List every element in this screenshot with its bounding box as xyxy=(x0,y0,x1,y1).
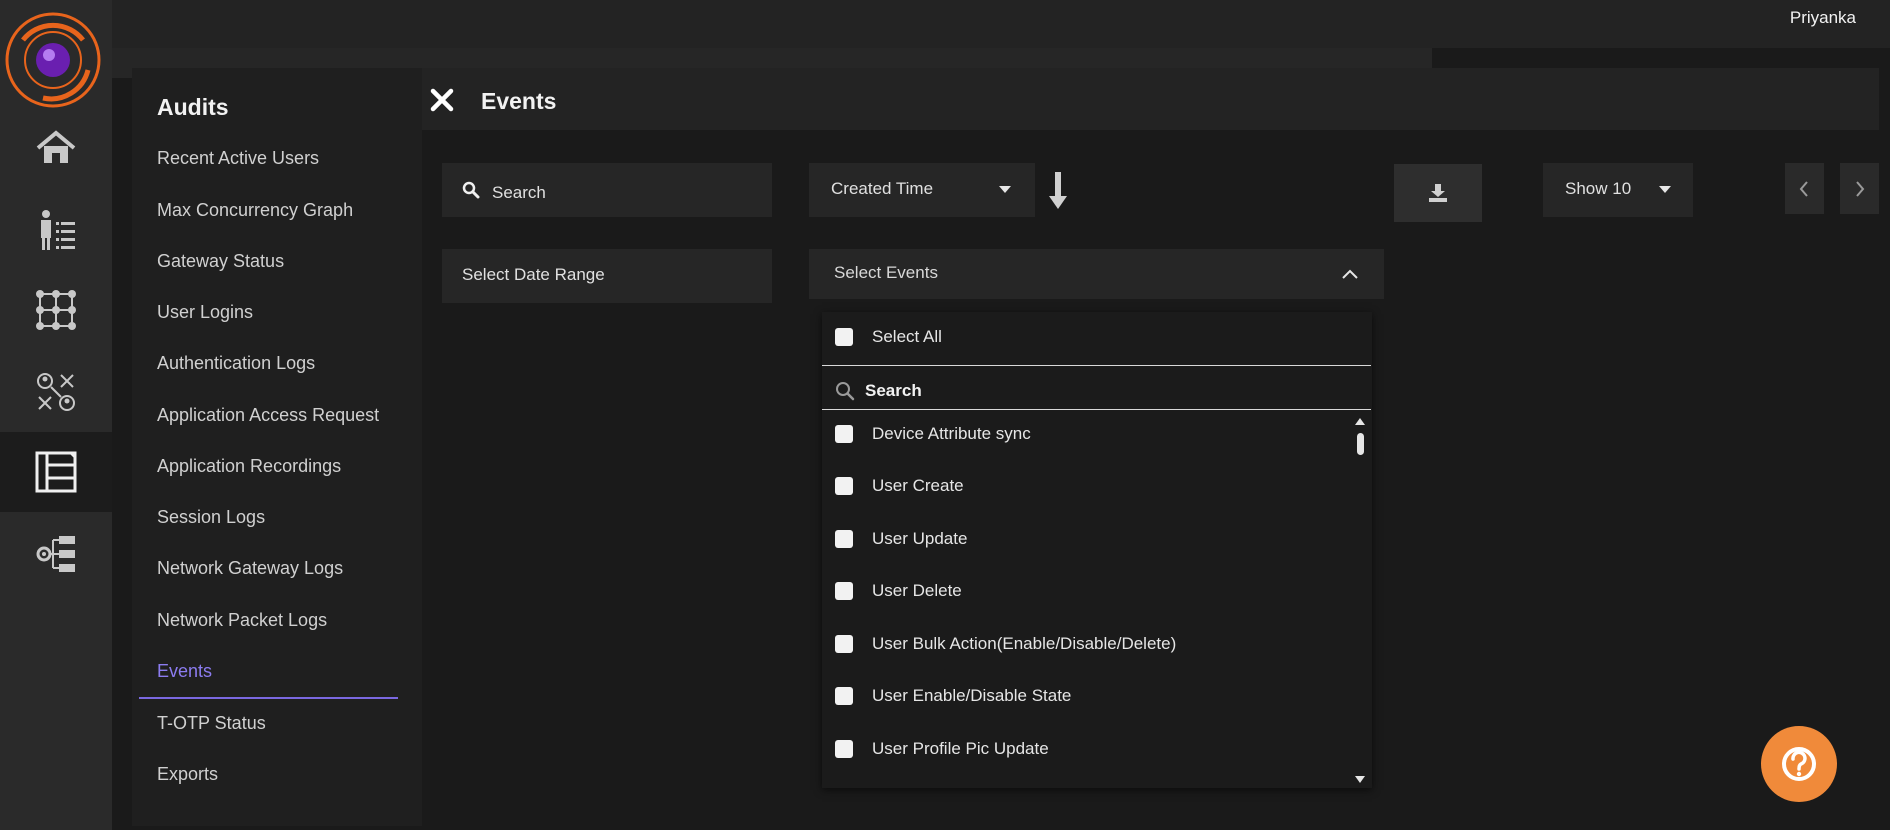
select-all-option[interactable]: Select All xyxy=(835,322,942,352)
checkbox[interactable] xyxy=(835,740,853,758)
events-select[interactable]: Select Events xyxy=(809,249,1384,299)
download-icon xyxy=(1429,184,1447,202)
next-page-button[interactable] xyxy=(1840,163,1879,214)
settings-nav[interactable] xyxy=(0,514,112,594)
menu-item-exports[interactable]: Exports xyxy=(157,764,218,785)
checkbox[interactable] xyxy=(835,582,853,600)
event-option-label: User Delete xyxy=(872,581,962,600)
menu-item-t-otp-status[interactable]: T-OTP Status xyxy=(157,713,266,734)
home-nav[interactable] xyxy=(0,108,112,188)
event-option-label: User Update xyxy=(872,529,968,548)
prev-page-button[interactable] xyxy=(1785,163,1824,214)
app-logo[interactable] xyxy=(3,10,103,110)
chevron-right-icon xyxy=(1856,181,1865,197)
menu-item-user-logins[interactable]: User Logins xyxy=(157,302,253,323)
checkbox[interactable] xyxy=(835,687,853,705)
sort-direction-icon[interactable] xyxy=(1048,172,1068,210)
divider xyxy=(822,365,1371,366)
search-icon xyxy=(462,181,480,199)
chevron-up-icon xyxy=(1342,269,1358,279)
dropdown-scrollbar[interactable] xyxy=(1354,416,1366,786)
event-option-label: User Profile Pic Update xyxy=(872,739,1049,758)
chevron-down-icon xyxy=(1659,186,1671,193)
search-icon xyxy=(836,382,855,401)
event-option[interactable]: User Bulk Action(Enable/Disable/Delete) xyxy=(835,629,1176,659)
event-option-label: User Create xyxy=(872,476,964,495)
audits-panel: Audits Recent Active Users Max Concurren… xyxy=(132,68,422,826)
menu-item-events[interactable]: Events xyxy=(157,661,212,682)
checkbox[interactable] xyxy=(835,635,853,653)
event-option[interactable]: User Create xyxy=(835,471,964,501)
menu-item-network-gateway-logs[interactable]: Network Gateway Logs xyxy=(157,558,343,579)
user-name[interactable]: Priyanka xyxy=(1790,8,1856,28)
chevron-down-icon xyxy=(999,186,1011,193)
sort-by-select[interactable]: Created Time xyxy=(809,163,1035,217)
page-title: Events xyxy=(481,88,557,114)
menu-item-network-packet-logs[interactable]: Network Packet Logs xyxy=(157,610,327,631)
left-rail xyxy=(0,0,112,830)
top-bar: Priyanka xyxy=(112,0,1890,48)
select-all-label: Select All xyxy=(872,327,942,346)
user-connections-icon xyxy=(37,373,75,411)
menu-item-gateway-status[interactable]: Gateway Status xyxy=(157,251,284,272)
menu-item-application-access-request[interactable]: Application Access Request xyxy=(157,405,379,426)
date-range-picker[interactable]: Select Date Range xyxy=(442,249,772,303)
menu-item-session-logs[interactable]: Session Logs xyxy=(157,507,265,528)
dropdown-search-placeholder: Search xyxy=(865,381,922,400)
search-placeholder: Search xyxy=(492,183,546,202)
connections-nav[interactable] xyxy=(0,352,112,432)
menu-item-max-concurrency-graph[interactable]: Max Concurrency Graph xyxy=(157,200,353,221)
close-icon[interactable] xyxy=(430,88,454,112)
checkbox[interactable] xyxy=(835,477,853,495)
question-icon xyxy=(1782,747,1816,781)
audits-nav[interactable] xyxy=(0,432,112,512)
divider xyxy=(822,409,1371,410)
sort-by-label: Created Time xyxy=(831,179,934,198)
audits-title: Audits xyxy=(157,94,229,120)
event-option-label: Device Attribute sync xyxy=(872,424,1031,443)
event-option[interactable]: Device Attribute sync xyxy=(835,419,1031,449)
checkbox[interactable] xyxy=(835,425,853,443)
menu-item-application-recordings[interactable]: Application Recordings xyxy=(157,456,341,477)
chevron-left-icon xyxy=(1799,181,1808,197)
event-option-label: User Bulk Action(Enable/Disable/Delete) xyxy=(872,634,1177,653)
search-input[interactable]: Search xyxy=(442,163,772,217)
help-button[interactable] xyxy=(1761,726,1837,802)
date-range-label: Select Date Range xyxy=(462,265,605,284)
events-select-label: Select Events xyxy=(834,263,938,282)
event-option[interactable]: User Profile Pic Update xyxy=(835,734,1049,764)
page-size-select[interactable]: Show 10 xyxy=(1543,163,1693,217)
events-dropdown: Select All Search Device Attribute sync … xyxy=(822,312,1372,788)
network-nav[interactable] xyxy=(0,270,112,350)
page-header: Events xyxy=(422,68,1879,130)
page-size-label: Show 10 xyxy=(1565,179,1632,198)
checkbox[interactable] xyxy=(835,328,853,346)
checkbox[interactable] xyxy=(835,530,853,548)
active-menu-indicator xyxy=(139,697,398,699)
event-option-label: User Enable/Disable State xyxy=(872,686,1072,705)
dropdown-search-input[interactable]: Search xyxy=(835,376,922,406)
menu-item-authentication-logs[interactable]: Authentication Logs xyxy=(157,353,315,374)
grid-network-icon xyxy=(36,290,76,330)
user-list-icon xyxy=(41,210,75,250)
event-option[interactable]: User Delete xyxy=(835,576,962,606)
download-button[interactable] xyxy=(1394,164,1482,222)
menu-item-recent-active-users[interactable]: Recent Active Users xyxy=(157,148,319,169)
users-nav[interactable] xyxy=(0,190,112,270)
audit-log-icon xyxy=(35,451,77,493)
event-option[interactable]: User Update xyxy=(835,524,967,554)
settings-hierarchy-icon xyxy=(36,536,75,572)
event-option[interactable]: User Enable/Disable State xyxy=(835,681,1071,711)
home-icon xyxy=(36,130,76,163)
